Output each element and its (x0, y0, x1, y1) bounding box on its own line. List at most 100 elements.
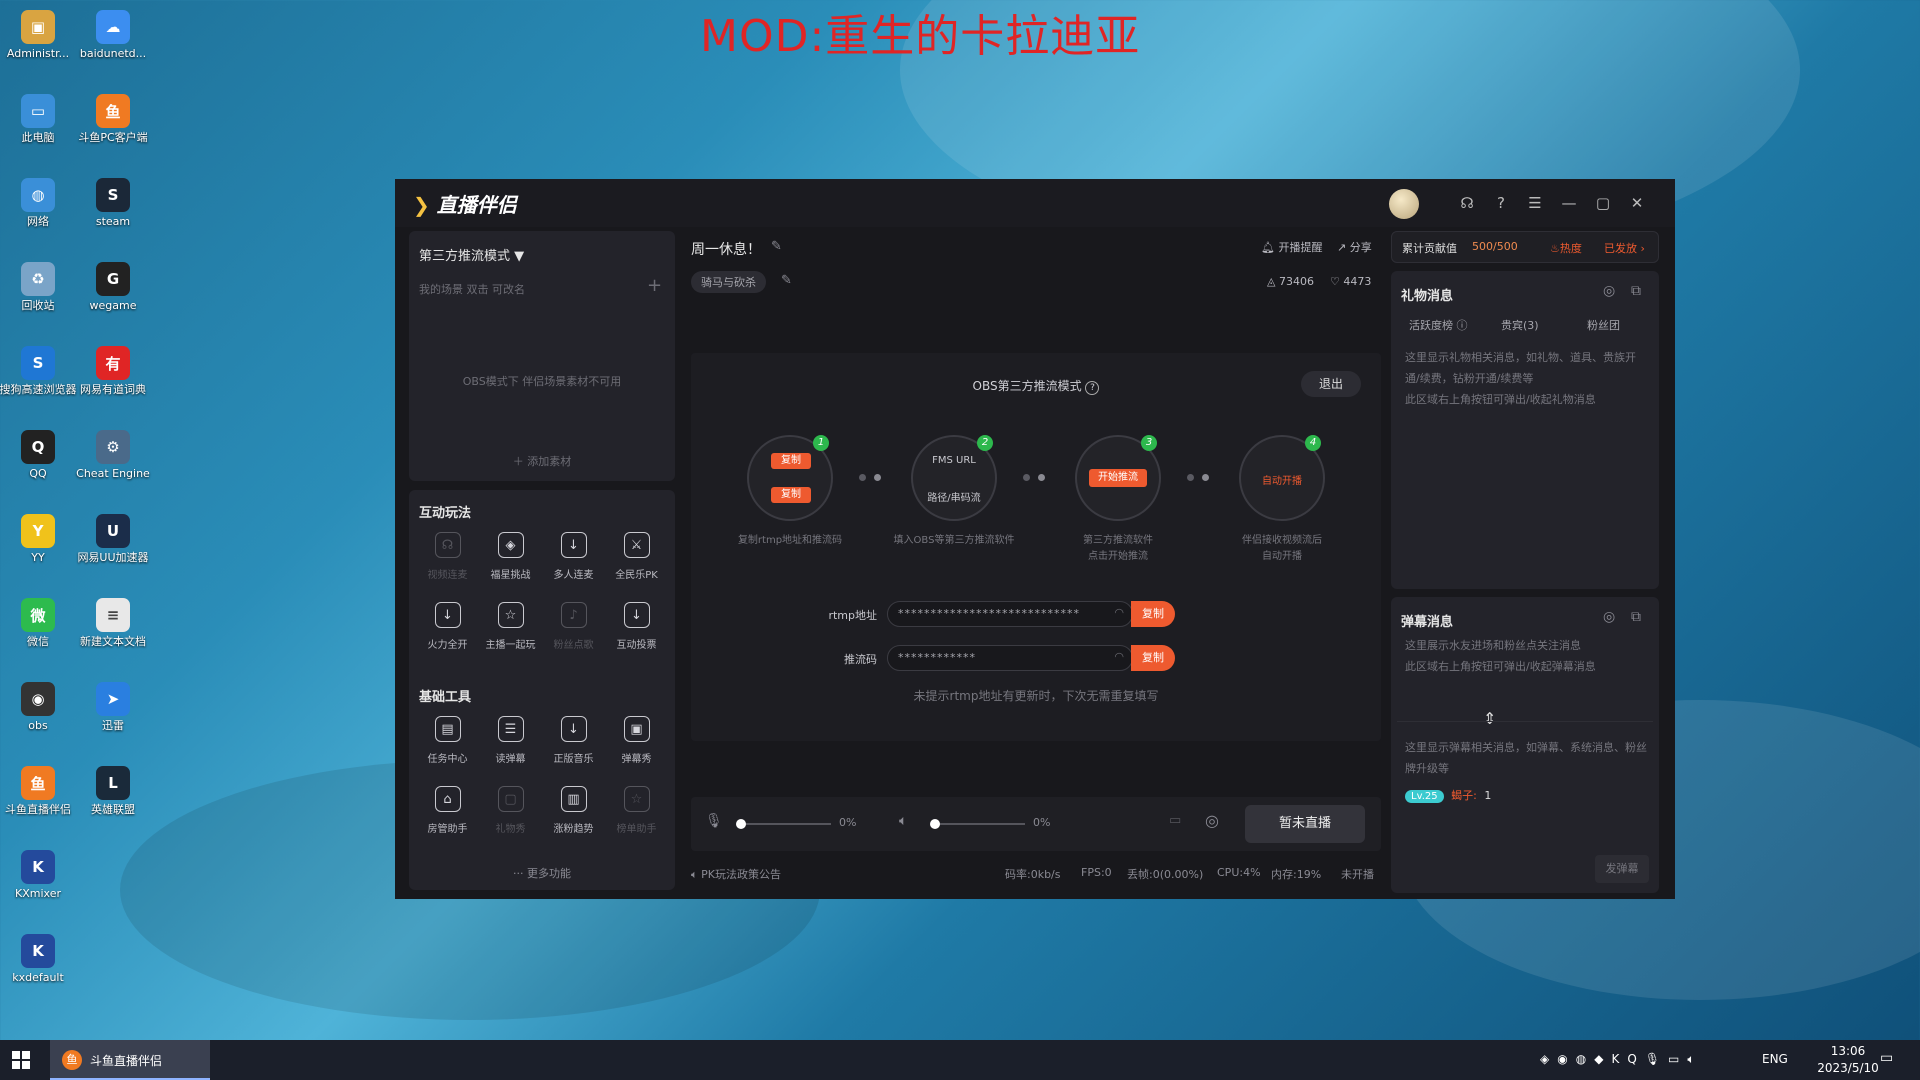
edit-title-icon[interactable]: ✎ (771, 239, 782, 254)
add-scene-icon[interactable]: + (647, 275, 662, 296)
tool-play-together[interactable]: ☆ 主播一起玩 (479, 600, 542, 658)
tool-task-center[interactable]: ▤ 任务中心 (416, 714, 479, 772)
windows-start-icon[interactable] (12, 1051, 30, 1069)
desktop-item-steam[interactable]: Ssteam (73, 174, 153, 258)
notification-icon[interactable]: ▭ (1880, 1050, 1898, 1068)
clock-time[interactable]: 13:06 (1818, 1044, 1878, 1058)
send-danmaku-button[interactable]: 发弹幕 (1595, 855, 1649, 883)
hide-key-icon[interactable]: ◠ (1114, 650, 1124, 663)
tool-pk[interactable]: ⚔ 全民乐PK (605, 530, 668, 588)
hide-rtmp-icon[interactable]: ◠ (1114, 606, 1124, 619)
desktop-item-douyu-companion[interactable]: 鱼斗鱼直播伴侣 (0, 762, 78, 846)
close-icon[interactable]: ✕ (1627, 193, 1647, 213)
desktop-item-yy[interactable]: Y YY (0, 510, 78, 594)
tool-fan-song[interactable]: ♪ 粉丝点歌 (542, 600, 605, 658)
tray-steam-icon[interactable]: ◉ (1557, 1052, 1575, 1066)
tool-rank-helper[interactable]: ☆ 榜单助手 (605, 784, 668, 842)
tool-video-link[interactable]: ☊ 视频连麦 (416, 530, 479, 588)
gift-popout-icon[interactable]: ⧉ (1631, 283, 1641, 299)
open-reminder-button[interactable]: 🔔︎ 开播提醒 (1261, 239, 1322, 255)
tool-multi-link[interactable]: ↓ 多人连麦 (542, 530, 605, 588)
desktop-item-kxdefault[interactable]: Kkxdefault (0, 930, 78, 1014)
desktop-item-text-document[interactable]: ≡ 新建文本文档 (73, 594, 153, 678)
tray-shield-icon[interactable]: ◈ (1540, 1052, 1557, 1066)
speaker-slider[interactable] (935, 823, 1025, 825)
tool-room-manager[interactable]: ⌂ 房管助手 (416, 784, 479, 842)
desktop-item-uu-accelerator[interactable]: U 网易UU加速器 (73, 510, 153, 594)
desktop-item-wechat[interactable]: 微微信 (0, 594, 78, 678)
desktop-item-cheat-engine[interactable]: ⚙ Cheat Engine (73, 426, 153, 510)
desktop-item-xunlei[interactable]: ➤ 迅雷 (73, 678, 153, 762)
panel-divider[interactable] (1397, 721, 1653, 722)
category-tag[interactable]: 骑马与砍杀 (691, 271, 766, 293)
danmaku-popout-icon[interactable]: ⧉ (1631, 609, 1641, 625)
avatar[interactable] (1389, 189, 1419, 219)
stream-key-field[interactable]: ************ ◠ (887, 645, 1133, 671)
tray-qq-icon[interactable]: Q (1627, 1052, 1644, 1066)
tray-mic-icon[interactable]: 🎙︎ (1645, 1052, 1668, 1066)
desktop-item-computer[interactable]: ▭ 此电脑 (0, 90, 78, 174)
desktop-item-baidunetdisk[interactable]: ☁ baidunetd... (73, 6, 153, 90)
tray-kx-icon[interactable]: K (1611, 1052, 1627, 1066)
tool-danmaku-show[interactable]: ▣ 弹幕秀 (605, 714, 668, 772)
desktop-item-youdao[interactable]: 有网易有道词典 (73, 342, 153, 426)
desktop-item-douyu-pc[interactable]: 鱼斗鱼PC客户端 (73, 90, 153, 174)
taskbar-item-douyu[interactable]: 鱼 斗鱼直播伴侣 (50, 1040, 210, 1080)
tool-fan-trend[interactable]: ▥ 涨粉趋势 (542, 784, 605, 842)
tool-music[interactable]: ↓ 正版音乐 (542, 714, 605, 772)
desktop-item-recycle-bin[interactable]: ♻ 回收站 (0, 258, 78, 342)
copy-key-mini-button[interactable]: 复制 (771, 487, 811, 503)
go-live-button[interactable]: 暂未直播 (1245, 805, 1365, 843)
settings-icon[interactable]: ◎ (1205, 811, 1219, 830)
copy-rtmp-button[interactable]: 复制 (1131, 601, 1175, 627)
desktop-item-wegame[interactable]: Gwegame (73, 258, 153, 342)
desktop-item-folder-user[interactable]: ▣ Administr... (0, 6, 78, 90)
desktop-item-lol[interactable]: L 英雄联盟 (73, 762, 153, 846)
tool-read-danmaku[interactable]: ☰ 读弹幕 (479, 714, 542, 772)
danmaku-settings-icon[interactable]: ◎ (1603, 609, 1615, 625)
copy-key-button[interactable]: 复制 (1131, 645, 1175, 671)
issued-link[interactable]: 已发放 › (1604, 240, 1645, 256)
menu-icon[interactable]: ☰ (1525, 193, 1545, 213)
gift-tab-fan-club[interactable]: 粉丝团 (1587, 317, 1620, 333)
more-features-button[interactable]: ··· 更多功能 (409, 865, 675, 881)
rtmp-field[interactable]: **************************** ◠ (887, 601, 1133, 627)
headset-icon[interactable]: ☊ (1457, 193, 1477, 213)
tool-firepower[interactable]: ↓ 火力全开 (416, 600, 479, 658)
mic-slider[interactable] (741, 823, 831, 825)
announcement-link[interactable]: 🔈︎ PK玩法政策公告 (691, 866, 781, 882)
tray-netease-icon[interactable]: ◍ (1576, 1052, 1594, 1066)
help-circle-icon[interactable]: ? (1085, 381, 1100, 395)
copy-rtmp-mini-button[interactable]: 复制 (771, 453, 811, 469)
mic-icon[interactable]: 🎙︎ (705, 813, 723, 829)
gift-tab-active-rank[interactable]: 活跃度榜 ⓘ (1409, 317, 1468, 333)
speaker-icon[interactable]: 🔈︎ (899, 813, 907, 829)
gift-tab-vip[interactable]: 贵宾(3) (1501, 317, 1539, 333)
gift-settings-icon[interactable]: ◎ (1603, 283, 1615, 299)
speaker-slider-knob[interactable] (930, 819, 940, 829)
tray-douyu-icon[interactable]: ◆ (1594, 1052, 1611, 1066)
exit-button[interactable]: 退出 (1301, 371, 1361, 397)
desktop-item-sogou-browser[interactable]: S 搜狗高速浏览器 (0, 342, 78, 426)
add-material-button[interactable]: ＋ 添加素材 (409, 453, 675, 469)
mode-selector[interactable]: 第三方推流模式 ▼ (419, 245, 524, 264)
tool-lucky-star[interactable]: ◈ 福星挑战 (479, 530, 542, 588)
tray-volume-icon[interactable]: 🔈︎ (1687, 1052, 1702, 1066)
desktop-item-network[interactable]: ◍ 网络 (0, 174, 78, 258)
help-icon[interactable]: ? (1491, 193, 1511, 213)
language-indicator[interactable]: ENG (1762, 1052, 1788, 1066)
desktop-item-qq[interactable]: Q QQ (0, 426, 78, 510)
camera-icon[interactable]: ▭ (1169, 813, 1181, 828)
tool-vote[interactable]: ↓ 互动投票 (605, 600, 668, 658)
mic-slider-knob[interactable] (736, 819, 746, 829)
share-button[interactable]: ↗ 分享 (1337, 239, 1372, 255)
desktop-item-obs[interactable]: ◉ obs (0, 678, 78, 762)
edit-category-icon[interactable]: ✎ (781, 273, 792, 288)
minimize-icon[interactable]: — (1559, 193, 1579, 213)
maximize-icon[interactable]: ▢ (1593, 193, 1613, 213)
tray-network-icon[interactable]: ▭ (1668, 1052, 1687, 1066)
tool-gift-show[interactable]: ▢ 礼物秀 (479, 784, 542, 842)
desktop-item-kxmixer[interactable]: K KXmixer (0, 846, 78, 930)
clock-date[interactable]: 2023/5/10 (1810, 1061, 1886, 1075)
danmaku-user[interactable]: 蝎子: (1451, 789, 1477, 802)
